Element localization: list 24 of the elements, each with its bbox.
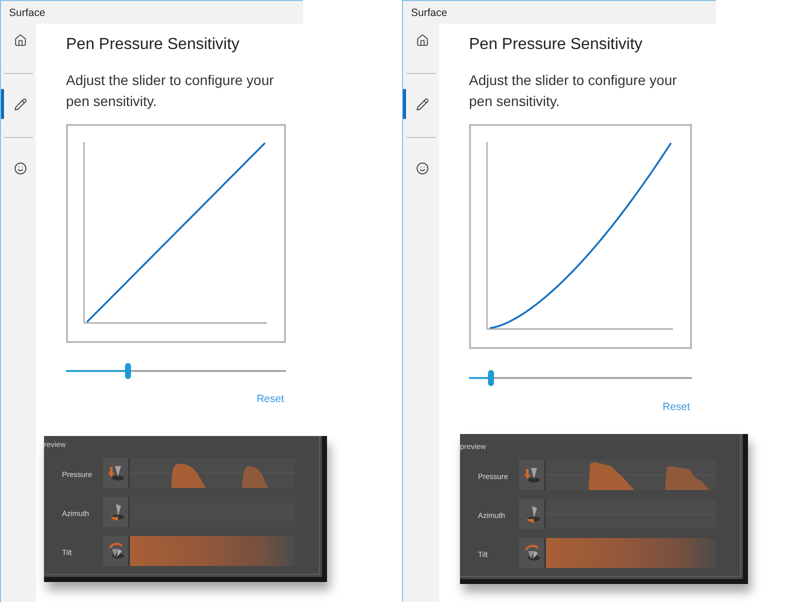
pencil-icon (14, 98, 26, 110)
slider-thumb[interactable] (124, 363, 131, 379)
reset-link[interactable]: Reset (662, 400, 690, 414)
slider-thumb[interactable] (488, 370, 494, 386)
reset-link[interactable]: Reset (256, 392, 284, 406)
pen-tip-wedge-icon (103, 497, 128, 527)
page-heading: Pen Pressure Sensitivity (469, 35, 644, 55)
home-icon (416, 34, 429, 46)
window-title: Surface (411, 6, 448, 18)
pencil-icon (416, 98, 429, 110)
pen-tip-arc-icon (519, 538, 544, 568)
smiley-icon (416, 162, 429, 174)
smiley-icon (14, 162, 26, 174)
pressure-peak (665, 466, 710, 490)
pressure-peak (171, 464, 206, 488)
instruction-text: Adjust the slider to configure your pen sensitivity. (469, 71, 678, 111)
instruction-text: Adjust the slider to configure your pen sensitivity. (66, 71, 275, 111)
pen-tip-arc-icon (103, 536, 128, 566)
pressure-peak (242, 466, 269, 488)
pen-tip-wedge-icon (519, 499, 544, 529)
pressure-peak (588, 462, 634, 490)
window-title: Surface (9, 6, 46, 18)
home-icon (14, 34, 26, 46)
page-heading: Pen Pressure Sensitivity (66, 35, 240, 55)
